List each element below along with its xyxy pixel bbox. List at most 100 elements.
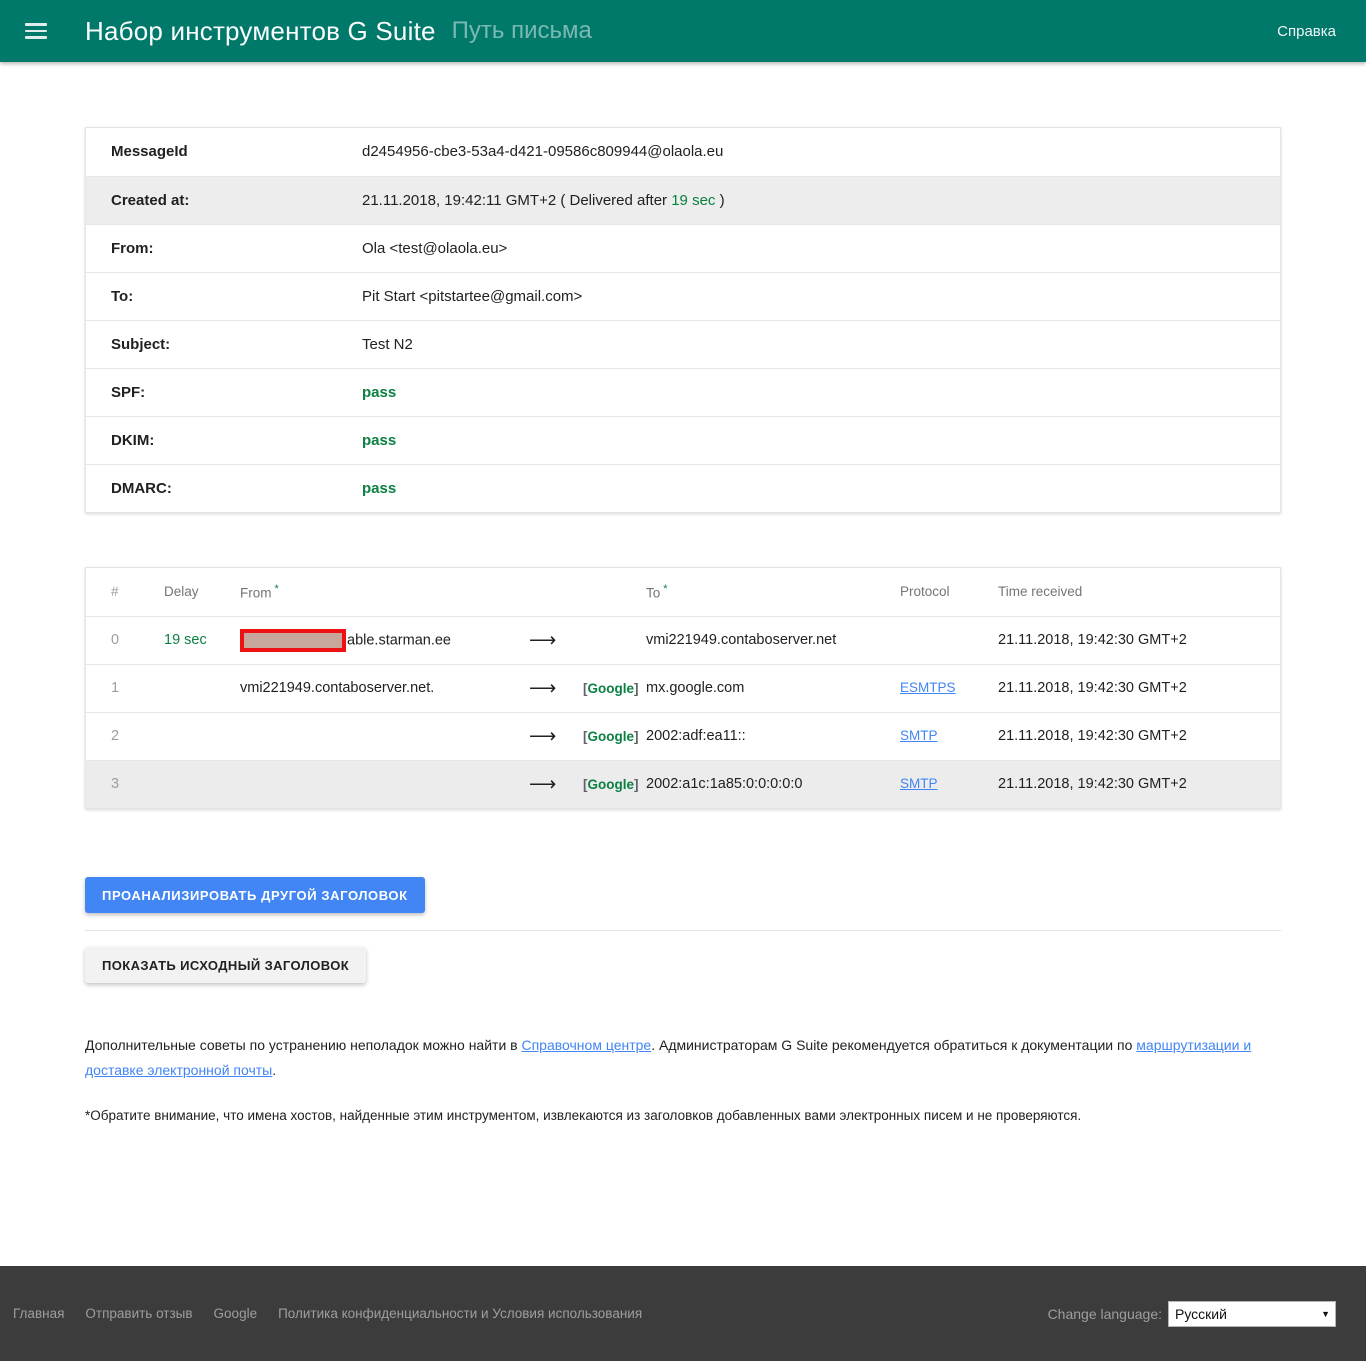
help-note: Дополнительные советы по устранению непо… (85, 1033, 1255, 1082)
help-note-text: Дополнительные советы по устранению непо… (85, 1037, 521, 1053)
hop-row-2: 2 ⟶ [Google] 2002:adf:ea11:: SMTP 21.11.… (86, 712, 1280, 760)
arrow-icon: ⟶ (528, 664, 582, 712)
google-tag-name: Google (588, 681, 635, 696)
created-at-text: 21.11.2018, 19:42:11 GMT+2 ( Delivered a… (362, 192, 667, 209)
hop-num: 0 (86, 616, 163, 664)
summary-row-dmarc: DMARC: pass (86, 464, 1280, 512)
dkim-status: pass (361, 416, 1280, 464)
menu-icon[interactable] (25, 23, 47, 39)
summary-value: Test N2 (361, 320, 1280, 368)
hop-protocol: SMTP (899, 760, 997, 808)
summary-label: SPF: (86, 368, 361, 416)
summary-row-dkim: DKIM: pass (86, 416, 1280, 464)
to-footnote-asterisk: * (663, 583, 667, 595)
google-tag: [Google] (582, 760, 645, 808)
summary-table: MessageId d2454956-cbe3-53a4-d421-09586c… (86, 128, 1280, 512)
google-tag-bracket: ] (634, 777, 639, 792)
hops-table: # Delay From* To* Protocol Time received (86, 568, 1280, 808)
hop-protocol (899, 616, 997, 664)
dmarc-status: pass (361, 464, 1280, 512)
hop-delay: 19 sec (163, 616, 239, 664)
hop-time: 21.11.2018, 19:42:30 GMT+2 (997, 664, 1280, 712)
summary-value: 21.11.2018, 19:42:11 GMT+2 ( Delivered a… (361, 176, 1280, 224)
help-link[interactable]: Справка (1277, 23, 1336, 40)
google-tag: [Google] (582, 664, 645, 712)
summary-row-messageid: MessageId d2454956-cbe3-53a4-d421-09586c… (86, 128, 1280, 176)
created-at-text-end: ) (720, 192, 725, 209)
protocol-link[interactable]: ESMTPS (900, 680, 956, 695)
hop-num: 1 (86, 664, 163, 712)
from-footnote-asterisk: * (275, 583, 279, 595)
hop-to: mx.google.com (645, 664, 899, 712)
hop-num: 2 (86, 712, 163, 760)
help-center-link[interactable]: Справочном центре (521, 1037, 651, 1053)
hop-protocol: ESMTPS (899, 664, 997, 712)
summary-row-subject: Subject: Test N2 (86, 320, 1280, 368)
summary-label: Created at: (86, 176, 361, 224)
summary-label: DKIM: (86, 416, 361, 464)
hop-delay (163, 664, 239, 712)
hop-from (239, 712, 528, 760)
col-delay: Delay (163, 568, 239, 616)
summary-label: MessageId (86, 128, 361, 176)
hop-to: vmi221949.contaboserver.net (645, 616, 899, 664)
redaction-box (240, 629, 346, 652)
col-from-label: From (240, 586, 272, 601)
footer-link-feedback[interactable]: Отправить отзыв (85, 1306, 192, 1321)
app-bar: Набор инструментов G Suite Путь письма С… (0, 0, 1366, 62)
divider (85, 930, 1281, 931)
main-content: MessageId d2454956-cbe3-53a4-d421-09586c… (85, 127, 1281, 1126)
hops-header-row: # Delay From* To* Protocol Time received (86, 568, 1280, 616)
google-tag-bracket: ] (634, 681, 639, 696)
col-to: To* (645, 568, 899, 616)
arrow-icon: ⟶ (528, 616, 582, 664)
summary-label: DMARC: (86, 464, 361, 512)
language-select[interactable]: Русский (1168, 1301, 1336, 1327)
col-to-label: To (646, 586, 660, 601)
summary-row-spf: SPF: pass (86, 368, 1280, 416)
hops-card: # Delay From* To* Protocol Time received (85, 567, 1281, 809)
hop-protocol: SMTP (899, 712, 997, 760)
summary-value: Pit Start <pitstartee@gmail.com> (361, 272, 1280, 320)
summary-label: Subject: (86, 320, 361, 368)
arrow-icon: ⟶ (528, 760, 582, 808)
hop-to: 2002:adf:ea11:: (645, 712, 899, 760)
hop-from-host: able.starman.ee (347, 632, 451, 648)
hop-from: vmi221949.contaboserver.net. (239, 664, 528, 712)
hop-from: able.starman.ee (239, 616, 528, 664)
show-original-header-button[interactable]: ПОКАЗАТЬ ИСХОДНЫЙ ЗАГОЛОВОК (85, 947, 366, 983)
language-label: Change language: (1048, 1306, 1162, 1322)
language-switcher: Change language: Русский ▼ (1048, 1301, 1336, 1327)
summary-value: Ola <test@olaola.eu> (361, 224, 1280, 272)
hop-delay (163, 712, 239, 760)
google-tag-name: Google (588, 777, 635, 792)
analyze-another-header-button[interactable]: ПРОАНАЛИЗИРОВАТЬ ДРУГОЙ ЗАГОЛОВОК (85, 877, 425, 913)
col-time: Time received (997, 568, 1280, 616)
footer-link-privacy-terms[interactable]: Политика конфиденциальности и Условия ис… (278, 1306, 642, 1321)
footer-link-google[interactable]: Google (214, 1306, 258, 1321)
hop-row-0: 0 19 sec able.starman.ee ⟶ vmi221949.con… (86, 616, 1280, 664)
help-note-text: . (272, 1062, 276, 1078)
app-subtitle: Путь письма (452, 17, 592, 45)
protocol-link[interactable]: SMTP (900, 776, 938, 791)
protocol-link[interactable]: SMTP (900, 728, 938, 743)
col-protocol: Protocol (899, 568, 997, 616)
hop-num: 3 (86, 760, 163, 808)
hop-to: 2002:a1c:1a85:0:0:0:0:0 (645, 760, 899, 808)
delivered-after-value: 19 sec (671, 192, 715, 209)
hop-delay (163, 760, 239, 808)
col-from: From* (239, 568, 528, 616)
footer-link-home[interactable]: Главная (13, 1306, 64, 1321)
message-summary-card: MessageId d2454956-cbe3-53a4-d421-09586c… (85, 127, 1281, 513)
google-tag: [Google] (582, 712, 645, 760)
google-tag-name: Google (588, 729, 635, 744)
app-title: Набор инструментов G Suite (85, 16, 436, 47)
google-tag-bracket: ] (634, 729, 639, 744)
summary-value: d2454956-cbe3-53a4-d421-09586c809944@ola… (361, 128, 1280, 176)
hostname-disclaimer: *Обратите внимание, что имена хостов, на… (85, 1106, 1281, 1126)
footer: Главная Отправить отзыв Google Политика … (0, 1266, 1366, 1361)
summary-row-created-at: Created at: 21.11.2018, 19:42:11 GMT+2 (… (86, 176, 1280, 224)
summary-label: To: (86, 272, 361, 320)
summary-row-to: To: Pit Start <pitstartee@gmail.com> (86, 272, 1280, 320)
hop-time: 21.11.2018, 19:42:30 GMT+2 (997, 616, 1280, 664)
